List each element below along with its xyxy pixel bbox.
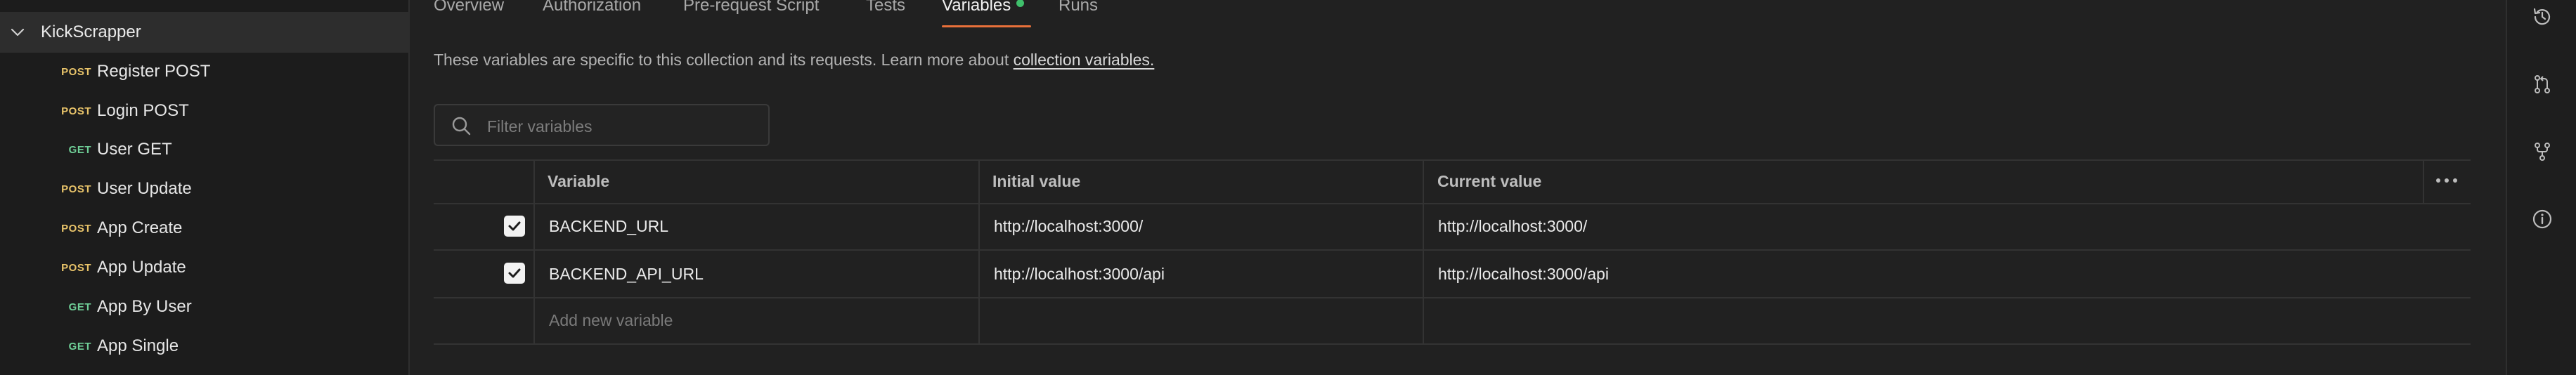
column-header-current-value: Current value: [1437, 172, 1542, 190]
checkmark-icon: [508, 268, 521, 278]
initial-value[interactable]: http://localhost:3000/: [994, 217, 1143, 236]
history-icon[interactable]: [2531, 6, 2554, 28]
more-options-icon[interactable]: [2436, 173, 2457, 188]
request-item[interactable]: GET User GET: [0, 130, 410, 169]
table-border: [434, 297, 2471, 298]
checkmark-icon: [508, 221, 521, 231]
collection-name: KickScrapper: [41, 22, 141, 41]
info-icon[interactable]: [2531, 208, 2554, 230]
column-divider: [533, 159, 535, 345]
filter-variables-input[interactable]: [486, 114, 756, 139]
tab-variables[interactable]: Variables: [942, 0, 1025, 15]
method-badge: POST: [61, 261, 91, 274]
collection-variables-link[interactable]: collection variables.: [1014, 51, 1155, 69]
initial-value[interactable]: http://localhost:3000/api: [994, 265, 1165, 284]
search-icon: [452, 117, 471, 136]
column-divider: [1423, 159, 1424, 345]
filter-box: [434, 104, 770, 146]
request-item[interactable]: GET App By User: [0, 287, 410, 327]
collection-header[interactable]: KickScrapper: [0, 12, 410, 53]
table-border: [434, 203, 2471, 204]
request-label: App Update: [97, 258, 186, 277]
method-badge: GET: [68, 301, 91, 313]
add-new-variable-input[interactable]: Add new variable: [549, 311, 673, 330]
tab-overview[interactable]: Overview: [434, 0, 504, 15]
column-header-variable: Variable: [548, 172, 610, 190]
table-border: [434, 343, 2471, 345]
request-item[interactable]: GET App Single: [0, 327, 410, 366]
pull-request-icon[interactable]: [2531, 73, 2554, 96]
request-item[interactable]: POST Login POST: [0, 91, 410, 131]
method-badge: POST: [61, 65, 91, 78]
tab-tests[interactable]: Tests: [866, 0, 905, 15]
request-item[interactable]: POST Register POST: [0, 52, 410, 91]
main-panel: Overview Authorization Pre-request Scrip…: [410, 0, 2506, 375]
request-label: App By User: [97, 297, 192, 316]
description: These variables are specific to this col…: [434, 51, 1154, 70]
tab-pre-request-script[interactable]: Pre-request Script: [683, 0, 819, 15]
right-rail: [2506, 0, 2576, 375]
request-label: Login POST: [97, 101, 189, 120]
request-label: App Single: [97, 336, 179, 355]
row-checkbox[interactable]: [504, 216, 525, 237]
request-item[interactable]: POST App Update: [0, 248, 410, 287]
table-border: [434, 159, 2471, 161]
method-badge: POST: [61, 105, 91, 117]
row-checkbox[interactable]: [504, 263, 525, 284]
request-label: Register POST: [97, 62, 211, 81]
tab-variables-label: Variables: [942, 0, 1011, 15]
description-text: These variables are specific to this col…: [434, 51, 1014, 69]
variable-name[interactable]: BACKEND_API_URL: [549, 265, 704, 284]
column-header-initial-value: Initial value: [992, 172, 1081, 190]
method-badge: GET: [68, 143, 91, 156]
current-value[interactable]: http://localhost:3000/: [1438, 217, 1587, 236]
variable-name[interactable]: BACKEND_URL: [549, 217, 668, 236]
variables-table: Variable Initial value Current value BAC…: [434, 159, 2471, 346]
method-badge: POST: [61, 183, 91, 195]
request-label: User GET: [97, 140, 172, 159]
current-value[interactable]: http://localhost:3000/api: [1438, 265, 1609, 284]
sidebar: KickScrapper POST Register POST POST Log…: [0, 0, 410, 375]
request-item[interactable]: POST User Update: [0, 169, 410, 209]
tab-runs[interactable]: Runs: [1059, 0, 1098, 15]
chevron-down-icon[interactable]: [10, 26, 25, 39]
app-window: KickScrapper POST Register POST POST Log…: [0, 0, 2576, 375]
method-badge: POST: [61, 222, 91, 235]
column-divider: [2423, 159, 2424, 203]
request-label: User Update: [97, 179, 192, 198]
table-border: [434, 249, 2471, 251]
fork-icon[interactable]: [2531, 140, 2554, 163]
active-tab-indicator: [942, 25, 1031, 27]
method-badge: GET: [68, 340, 91, 353]
status-dot: [1016, 0, 1025, 8]
tab-authorization[interactable]: Authorization: [543, 0, 641, 15]
request-item[interactable]: POST App Create: [0, 209, 410, 248]
column-divider: [978, 159, 980, 345]
request-label: App Create: [97, 218, 183, 237]
